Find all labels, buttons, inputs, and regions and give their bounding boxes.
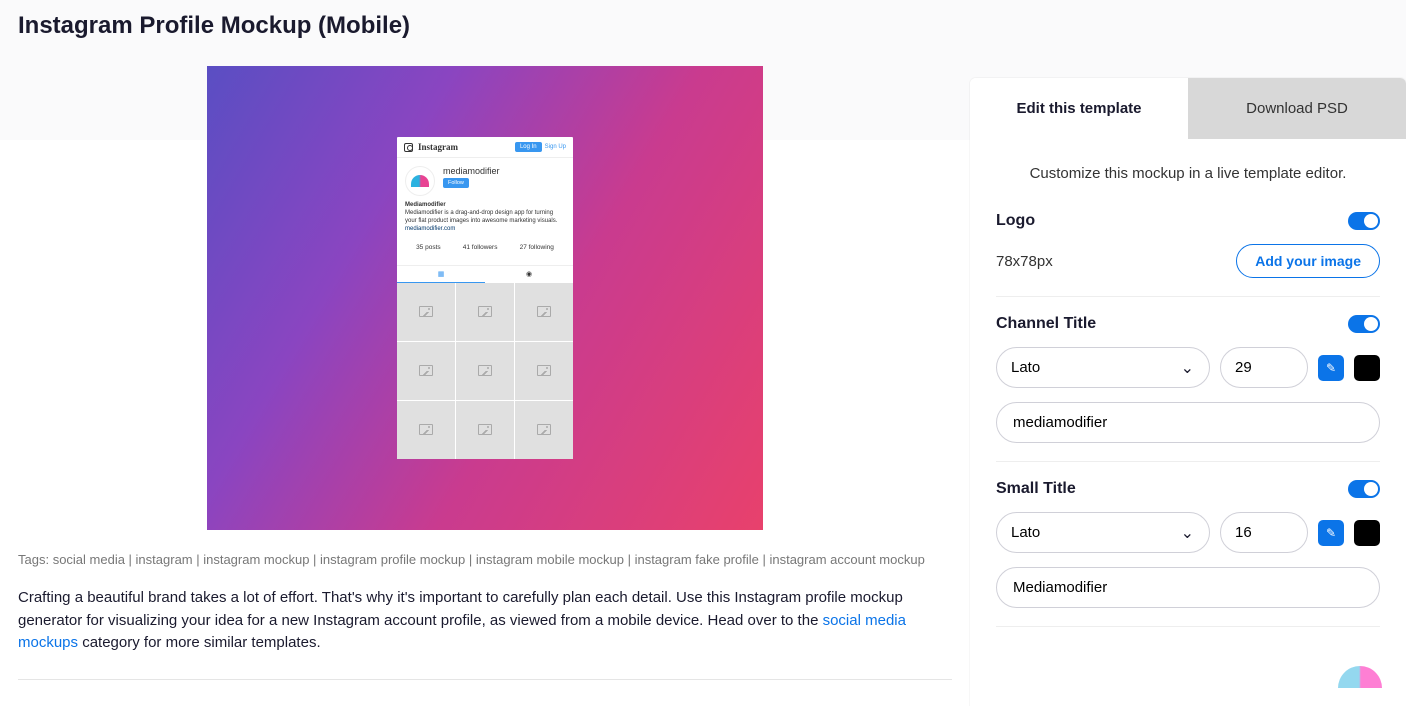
image-placeholder-icon bbox=[419, 306, 433, 317]
tagged-tab: ◉ bbox=[485, 266, 573, 283]
stat-followers: 41 followers bbox=[463, 244, 498, 251]
tab-edit-template[interactable]: Edit this template bbox=[970, 78, 1188, 139]
channel-title-label: Channel Title bbox=[996, 315, 1096, 333]
stat-following: 27 following bbox=[520, 244, 554, 251]
channel-font-select[interactable] bbox=[996, 347, 1210, 388]
preview-container: Instagram Log In Sign Up mediamodifier bbox=[18, 66, 952, 530]
channel-title-toggle[interactable] bbox=[1348, 315, 1380, 333]
image-placeholder-icon bbox=[419, 424, 433, 435]
brand-logo-icon bbox=[1338, 666, 1386, 698]
tags-row: Tags: social media | instagram | instagr… bbox=[18, 552, 952, 567]
grid-tab: ▦ bbox=[397, 266, 485, 283]
small-font-size-input[interactable] bbox=[1220, 512, 1308, 553]
person-icon: ◉ bbox=[526, 270, 532, 278]
instagram-wordmark: Instagram bbox=[418, 142, 458, 152]
small-title-input[interactable] bbox=[996, 567, 1380, 608]
grid-icon: ▦ bbox=[438, 270, 445, 278]
image-placeholder-icon bbox=[537, 365, 551, 376]
image-placeholder-icon bbox=[478, 424, 492, 435]
stat-posts: 35 posts bbox=[416, 244, 441, 251]
pencil-icon: ✎ bbox=[1326, 526, 1336, 540]
tags-list: social media | instagram | instagram moc… bbox=[53, 552, 925, 567]
description-text: Crafting a beautiful brand takes a lot o… bbox=[18, 589, 903, 629]
panel-subtitle: Customize this mockup in a live template… bbox=[996, 165, 1380, 182]
image-placeholder-icon bbox=[537, 306, 551, 317]
instagram-icon bbox=[404, 143, 413, 152]
add-your-image-button[interactable]: Add your image bbox=[1236, 244, 1380, 278]
small-title-toggle[interactable] bbox=[1348, 480, 1380, 498]
preview-gradient: Instagram Log In Sign Up mediamodifier bbox=[207, 66, 763, 530]
bio-text: Mediamodifier is a drag-and-drop design … bbox=[405, 210, 565, 226]
login-button: Log In bbox=[515, 142, 542, 152]
bio-link: mediamodifier.com bbox=[405, 226, 565, 234]
logo-size: 78x78px bbox=[996, 253, 1053, 270]
tags-prefix: Tags: bbox=[18, 552, 53, 567]
channel-title-input[interactable] bbox=[996, 402, 1380, 443]
small-title-label: Small Title bbox=[996, 480, 1076, 498]
profile-username: mediamodifier bbox=[443, 166, 565, 176]
small-color-swatch[interactable] bbox=[1354, 520, 1380, 546]
image-placeholder-icon bbox=[478, 306, 492, 317]
logo-toggle[interactable] bbox=[1348, 212, 1380, 230]
description: Crafting a beautiful brand takes a lot o… bbox=[18, 587, 908, 655]
logo-label: Logo bbox=[996, 212, 1035, 230]
editor-sidebar: Edit this template Download PSD Customiz… bbox=[970, 78, 1406, 706]
channel-font-size-input[interactable] bbox=[1220, 347, 1308, 388]
description-post: category for more similar templates. bbox=[78, 634, 321, 651]
post-grid bbox=[397, 283, 573, 459]
small-font-select[interactable] bbox=[996, 512, 1210, 553]
pencil-icon: ✎ bbox=[1326, 361, 1336, 375]
follow-button: Follow bbox=[443, 178, 469, 188]
channel-edit-button[interactable]: ✎ bbox=[1318, 355, 1344, 381]
tab-download-psd[interactable]: Download PSD bbox=[1188, 78, 1406, 139]
signup-text: Sign Up bbox=[545, 144, 566, 150]
divider bbox=[18, 679, 952, 680]
small-edit-button[interactable]: ✎ bbox=[1318, 520, 1344, 546]
page-title: Instagram Profile Mockup (Mobile) bbox=[18, 12, 952, 40]
image-placeholder-icon bbox=[537, 424, 551, 435]
phone-mockup: Instagram Log In Sign Up mediamodifier bbox=[397, 137, 573, 458]
bio-title: Mediamodifier bbox=[405, 202, 565, 210]
image-placeholder-icon bbox=[419, 365, 433, 376]
image-placeholder-icon bbox=[478, 365, 492, 376]
avatar bbox=[405, 166, 435, 196]
channel-color-swatch[interactable] bbox=[1354, 355, 1380, 381]
